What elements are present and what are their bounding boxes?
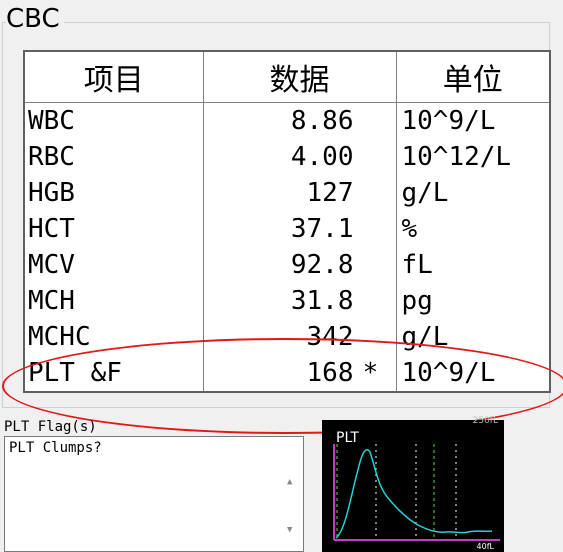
parameter-value: 8.86 xyxy=(202,102,396,139)
scroll-up-arrow-icon[interactable]: ▲ xyxy=(287,477,292,487)
value-text: 168 xyxy=(306,358,354,388)
parameter-name: MCV xyxy=(28,250,75,280)
table-header-row: 项目 数据 单位 xyxy=(24,51,550,103)
parameter-name: WBC xyxy=(28,106,75,136)
value-text: 127 xyxy=(306,178,354,208)
histogram-x-label: 40fL xyxy=(476,542,494,551)
parameter-value: 37.1 xyxy=(202,211,396,247)
table-row[interactable]: MCHC 342 g/L xyxy=(24,319,550,355)
parameter-value: 168 * xyxy=(202,355,396,392)
group-title: CBC xyxy=(6,4,64,34)
parameter-unit: % xyxy=(395,211,550,247)
histogram-curve xyxy=(335,449,493,539)
parameter-unit: pg xyxy=(395,283,550,319)
parameter-name: HCT xyxy=(28,214,75,244)
parameter-unit: fL xyxy=(395,247,550,283)
value-text: 31.8 xyxy=(290,286,354,316)
parameter-name: MCHC xyxy=(28,322,91,352)
flag-item[interactable]: PLT Clumps? xyxy=(9,440,102,456)
flag-mark: * xyxy=(362,358,379,388)
column-header-unit: 单位 xyxy=(395,51,550,103)
table-row[interactable]: WBC 8.86 10^9/L xyxy=(24,102,550,139)
value-text: 342 xyxy=(306,322,354,352)
value-text: 8.86 xyxy=(290,106,354,136)
column-header-value: 数据 xyxy=(202,51,396,103)
parameter-unit: 10^9/L xyxy=(395,102,550,139)
value-text: 37.1 xyxy=(290,214,354,244)
parameter-unit: g/L xyxy=(395,175,550,211)
cbc-results-table: 项目 数据 单位 WBC 8.86 10^9/L RBC 4.00 10^12/… xyxy=(23,50,551,393)
parameter-value: 127 xyxy=(202,175,396,211)
parameter-name: RBC xyxy=(28,142,75,172)
plt-histogram: PLT 250fL 40fL xyxy=(322,416,504,552)
parameter-name: MCH xyxy=(28,286,75,316)
value-text: 4.00 xyxy=(290,142,354,172)
table-row[interactable]: MCV 92.8 fL xyxy=(24,247,550,283)
table-row[interactable]: RBC 4.00 10^12/L xyxy=(24,139,550,175)
histogram-title: PLT xyxy=(336,430,359,446)
table-row[interactable]: HCT 37.1 % xyxy=(24,211,550,247)
parameter-value: 4.00 xyxy=(202,139,396,175)
parameter-value: 342 xyxy=(202,319,396,355)
column-header-item: 项目 xyxy=(24,51,203,103)
value-text: 92.8 xyxy=(290,250,354,280)
plt-flags-listbox[interactable]: PLT Clumps? ▲ ▼ xyxy=(4,436,304,552)
table-row[interactable]: PLT &F 168 * 10^9/L xyxy=(24,355,550,392)
parameter-name: HGB xyxy=(28,178,75,208)
table-row[interactable]: HGB 127 g/L xyxy=(24,175,550,211)
parameter-name: PLT &F xyxy=(28,358,122,388)
parameter-unit: 10^12/L xyxy=(395,139,550,175)
scroll-down-arrow-icon[interactable]: ▼ xyxy=(287,525,292,535)
parameter-value: 92.8 xyxy=(202,247,396,283)
histogram-scale-label: 250fL xyxy=(472,416,498,426)
parameter-unit: 10^9/L xyxy=(395,355,550,392)
plt-flags-label: PLT Flag(s) xyxy=(4,419,97,435)
parameter-unit: g/L xyxy=(395,319,550,355)
flags-scrollbar[interactable]: ▲ ▼ xyxy=(283,439,301,549)
parameter-value: 31.8 xyxy=(202,283,396,319)
table-row[interactable]: MCH 31.8 pg xyxy=(24,283,550,319)
